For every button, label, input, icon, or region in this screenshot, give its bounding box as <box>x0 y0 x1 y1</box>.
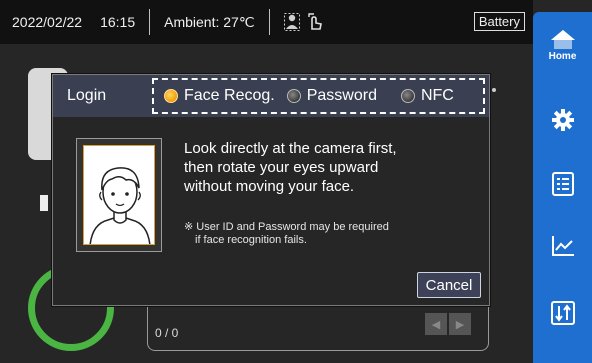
chart-icon <box>551 236 574 256</box>
dialog-body: Look directly at the camera first, then … <box>53 117 489 305</box>
dialog-header: Login Face Recog. Password NFC <box>53 75 489 117</box>
nav-transfer[interactable] <box>533 301 592 325</box>
person-face-icon <box>89 167 151 244</box>
status-time: 16:15 <box>100 14 136 30</box>
device-screen: 2022/02/22 16:15 Ambient: 27℃ Battery 0 … <box>0 0 592 363</box>
home-icon <box>550 30 575 49</box>
status-date: 2022/02/22 <box>12 14 83 30</box>
radio-unselected-icon <box>400 89 415 103</box>
cancel-button[interactable]: Cancel <box>417 272 481 298</box>
radio-selected-icon <box>164 89 178 103</box>
nav-chart[interactable] <box>533 235 592 257</box>
nav-checklist[interactable] <box>533 172 592 196</box>
touch-icon <box>307 13 322 30</box>
status-icons <box>283 13 324 31</box>
instruction-text: Look directly at the camera first, then … <box>184 139 479 196</box>
login-dialog: Login Face Recog. Password NFC Look dire… <box>52 74 490 306</box>
user-check-icon <box>283 13 300 31</box>
instruction-line: without moving your face. <box>184 178 355 195</box>
prev-page-button: ◀ <box>425 313 447 335</box>
radio-unselected-icon <box>286 89 301 103</box>
method-face-recog[interactable]: Face Recog. <box>164 87 275 105</box>
gear-icon <box>551 109 574 131</box>
side-nav: Home <box>533 12 592 363</box>
method-password[interactable]: Password <box>286 87 377 105</box>
nav-home[interactable]: Home <box>533 28 592 62</box>
method-nfc[interactable]: NFC <box>400 87 454 105</box>
background-dot <box>492 88 496 92</box>
method-label: Password <box>306 87 377 104</box>
nav-settings[interactable] <box>533 108 592 132</box>
status-ambient: Ambient: 27℃ <box>164 13 255 30</box>
nav-home-label: Home <box>548 51 577 62</box>
face-illustration-frame <box>76 138 162 252</box>
page-count: 0 / 0 <box>155 326 179 340</box>
checklist-icon <box>551 172 574 196</box>
transfer-icon <box>550 301 575 325</box>
status-bar: 2022/02/22 16:15 Ambient: 27℃ Battery <box>0 0 533 44</box>
pager-arrows: ◀ ▶ <box>425 313 471 335</box>
lock-icon <box>40 195 48 211</box>
fallback-note: ※ User ID and Password may be required i… <box>184 221 474 247</box>
method-label: NFC <box>420 87 454 104</box>
face-illustration <box>83 145 155 245</box>
status-divider <box>149 9 151 35</box>
login-method-selector: Face Recog. Password NFC <box>152 78 485 114</box>
dialog-title: Login <box>67 87 107 104</box>
instruction-line: then rotate your eyes upward <box>184 159 379 176</box>
note-line: if face recognition fails. <box>195 234 307 246</box>
next-page-button: ▶ <box>449 313 471 335</box>
note-line: ※ User ID and Password may be required <box>184 221 389 233</box>
status-divider <box>268 9 270 35</box>
instruction-line: Look directly at the camera first, <box>184 140 397 157</box>
method-label: Face Recog. <box>184 87 275 104</box>
battery-indicator: Battery <box>473 12 525 31</box>
